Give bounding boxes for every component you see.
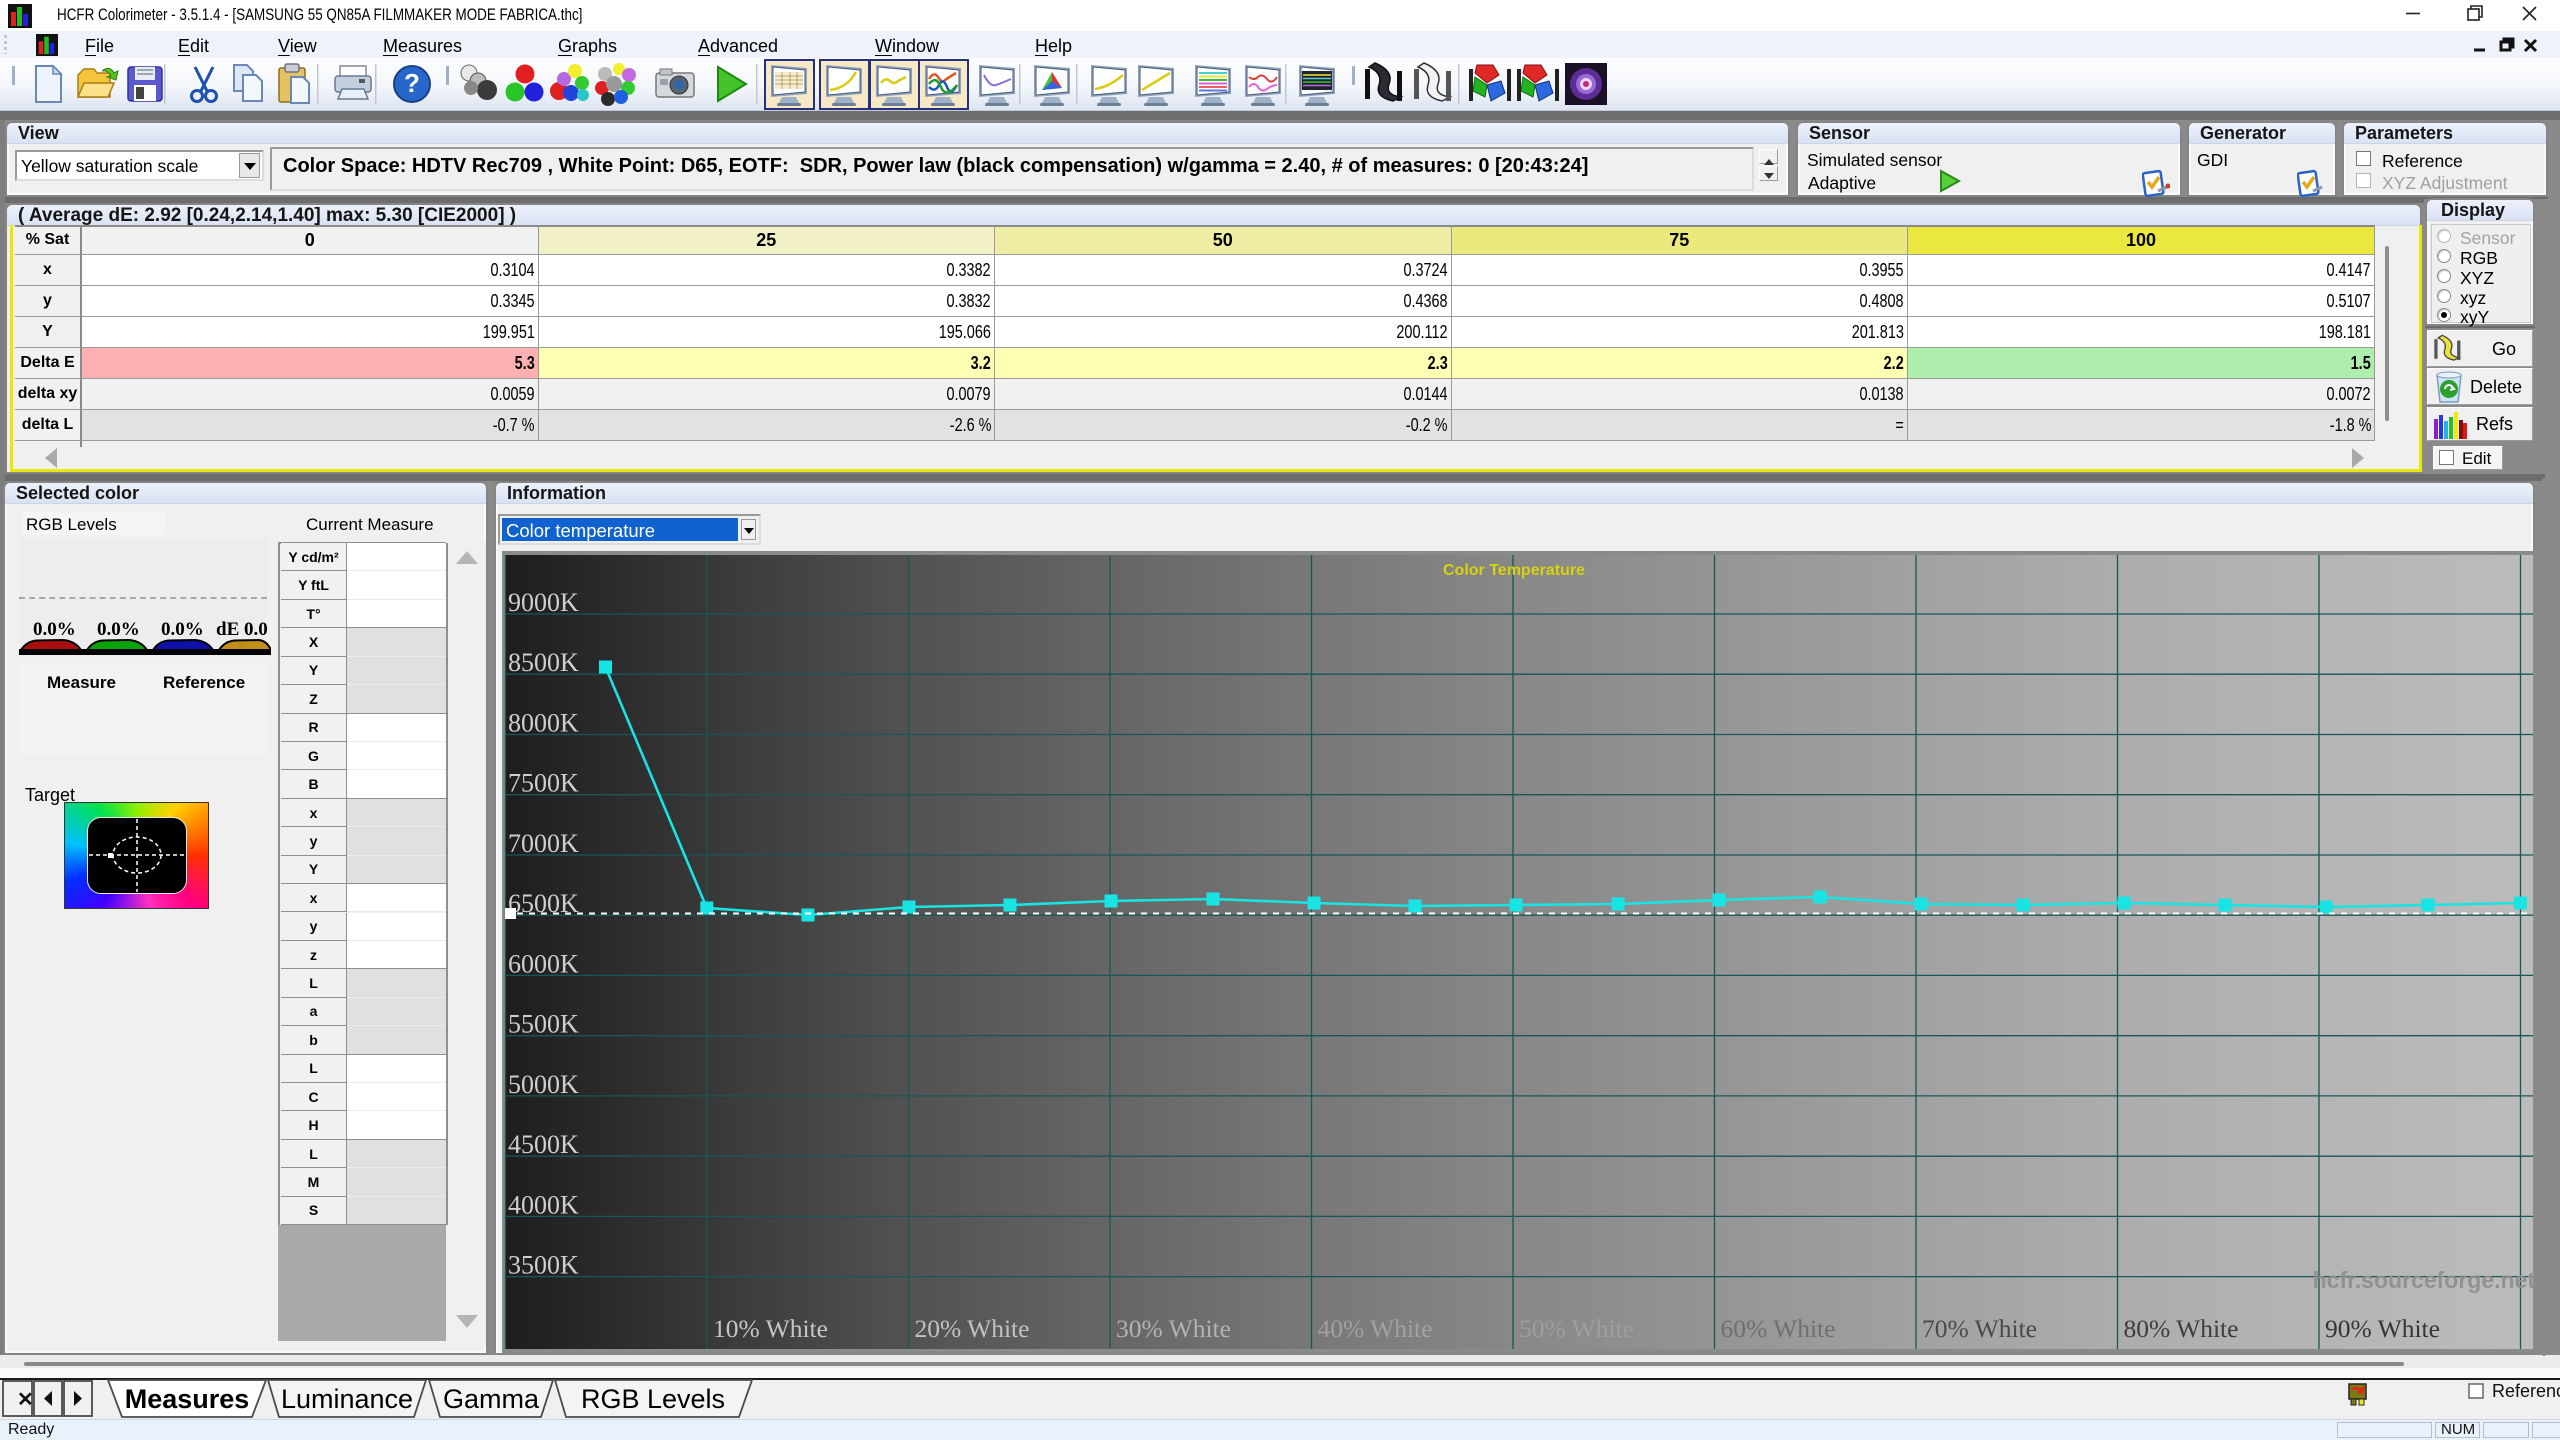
svg-text:70% White: 70% White [1922,1314,2037,1343]
svg-text:7500K: 7500K [508,769,579,798]
svg-text:8500K: 8500K [508,648,579,677]
svg-text:Gamma: Gamma [443,1384,540,1414]
svg-text:60% White: 60% White [1721,1314,1836,1343]
svg-text:8000K: 8000K [508,709,579,738]
svg-text:5000K: 5000K [508,1070,579,1099]
svg-text:9000K: 9000K [508,588,579,617]
svg-text:10% White: 10% White [713,1314,828,1343]
svg-text:80% White: 80% White [2124,1314,2239,1343]
svg-text:5500K: 5500K [508,1010,579,1039]
svg-text:50% White: 50% White [1519,1314,1634,1343]
svg-text:6000K: 6000K [508,949,579,978]
svg-text:hcfr.sourceforge.net: hcfr.sourceforge.net [2313,1267,2535,1293]
svg-text:RGB Levels: RGB Levels [581,1384,725,1414]
svg-text:4500K: 4500K [508,1130,579,1159]
svg-text:4000K: 4000K [508,1190,579,1219]
svg-text:3500K: 3500K [508,1251,579,1280]
svg-text:20% White: 20% White [915,1314,1030,1343]
svg-text:Luminance: Luminance [281,1384,413,1414]
svg-text:30% White: 30% White [1116,1314,1231,1343]
svg-text:40% White: 40% White [1318,1314,1433,1343]
svg-text:7000K: 7000K [508,829,579,858]
svg-text:Reference: Reference [2492,1381,2560,1401]
svg-text:✕: ✕ [17,1389,34,1411]
svg-text:90% White: 90% White [2325,1314,2440,1343]
svg-text:Measures: Measures [125,1384,250,1414]
svg-text:Color Temperature: Color Temperature [1443,562,1585,579]
svg-text:?: ? [404,68,420,98]
